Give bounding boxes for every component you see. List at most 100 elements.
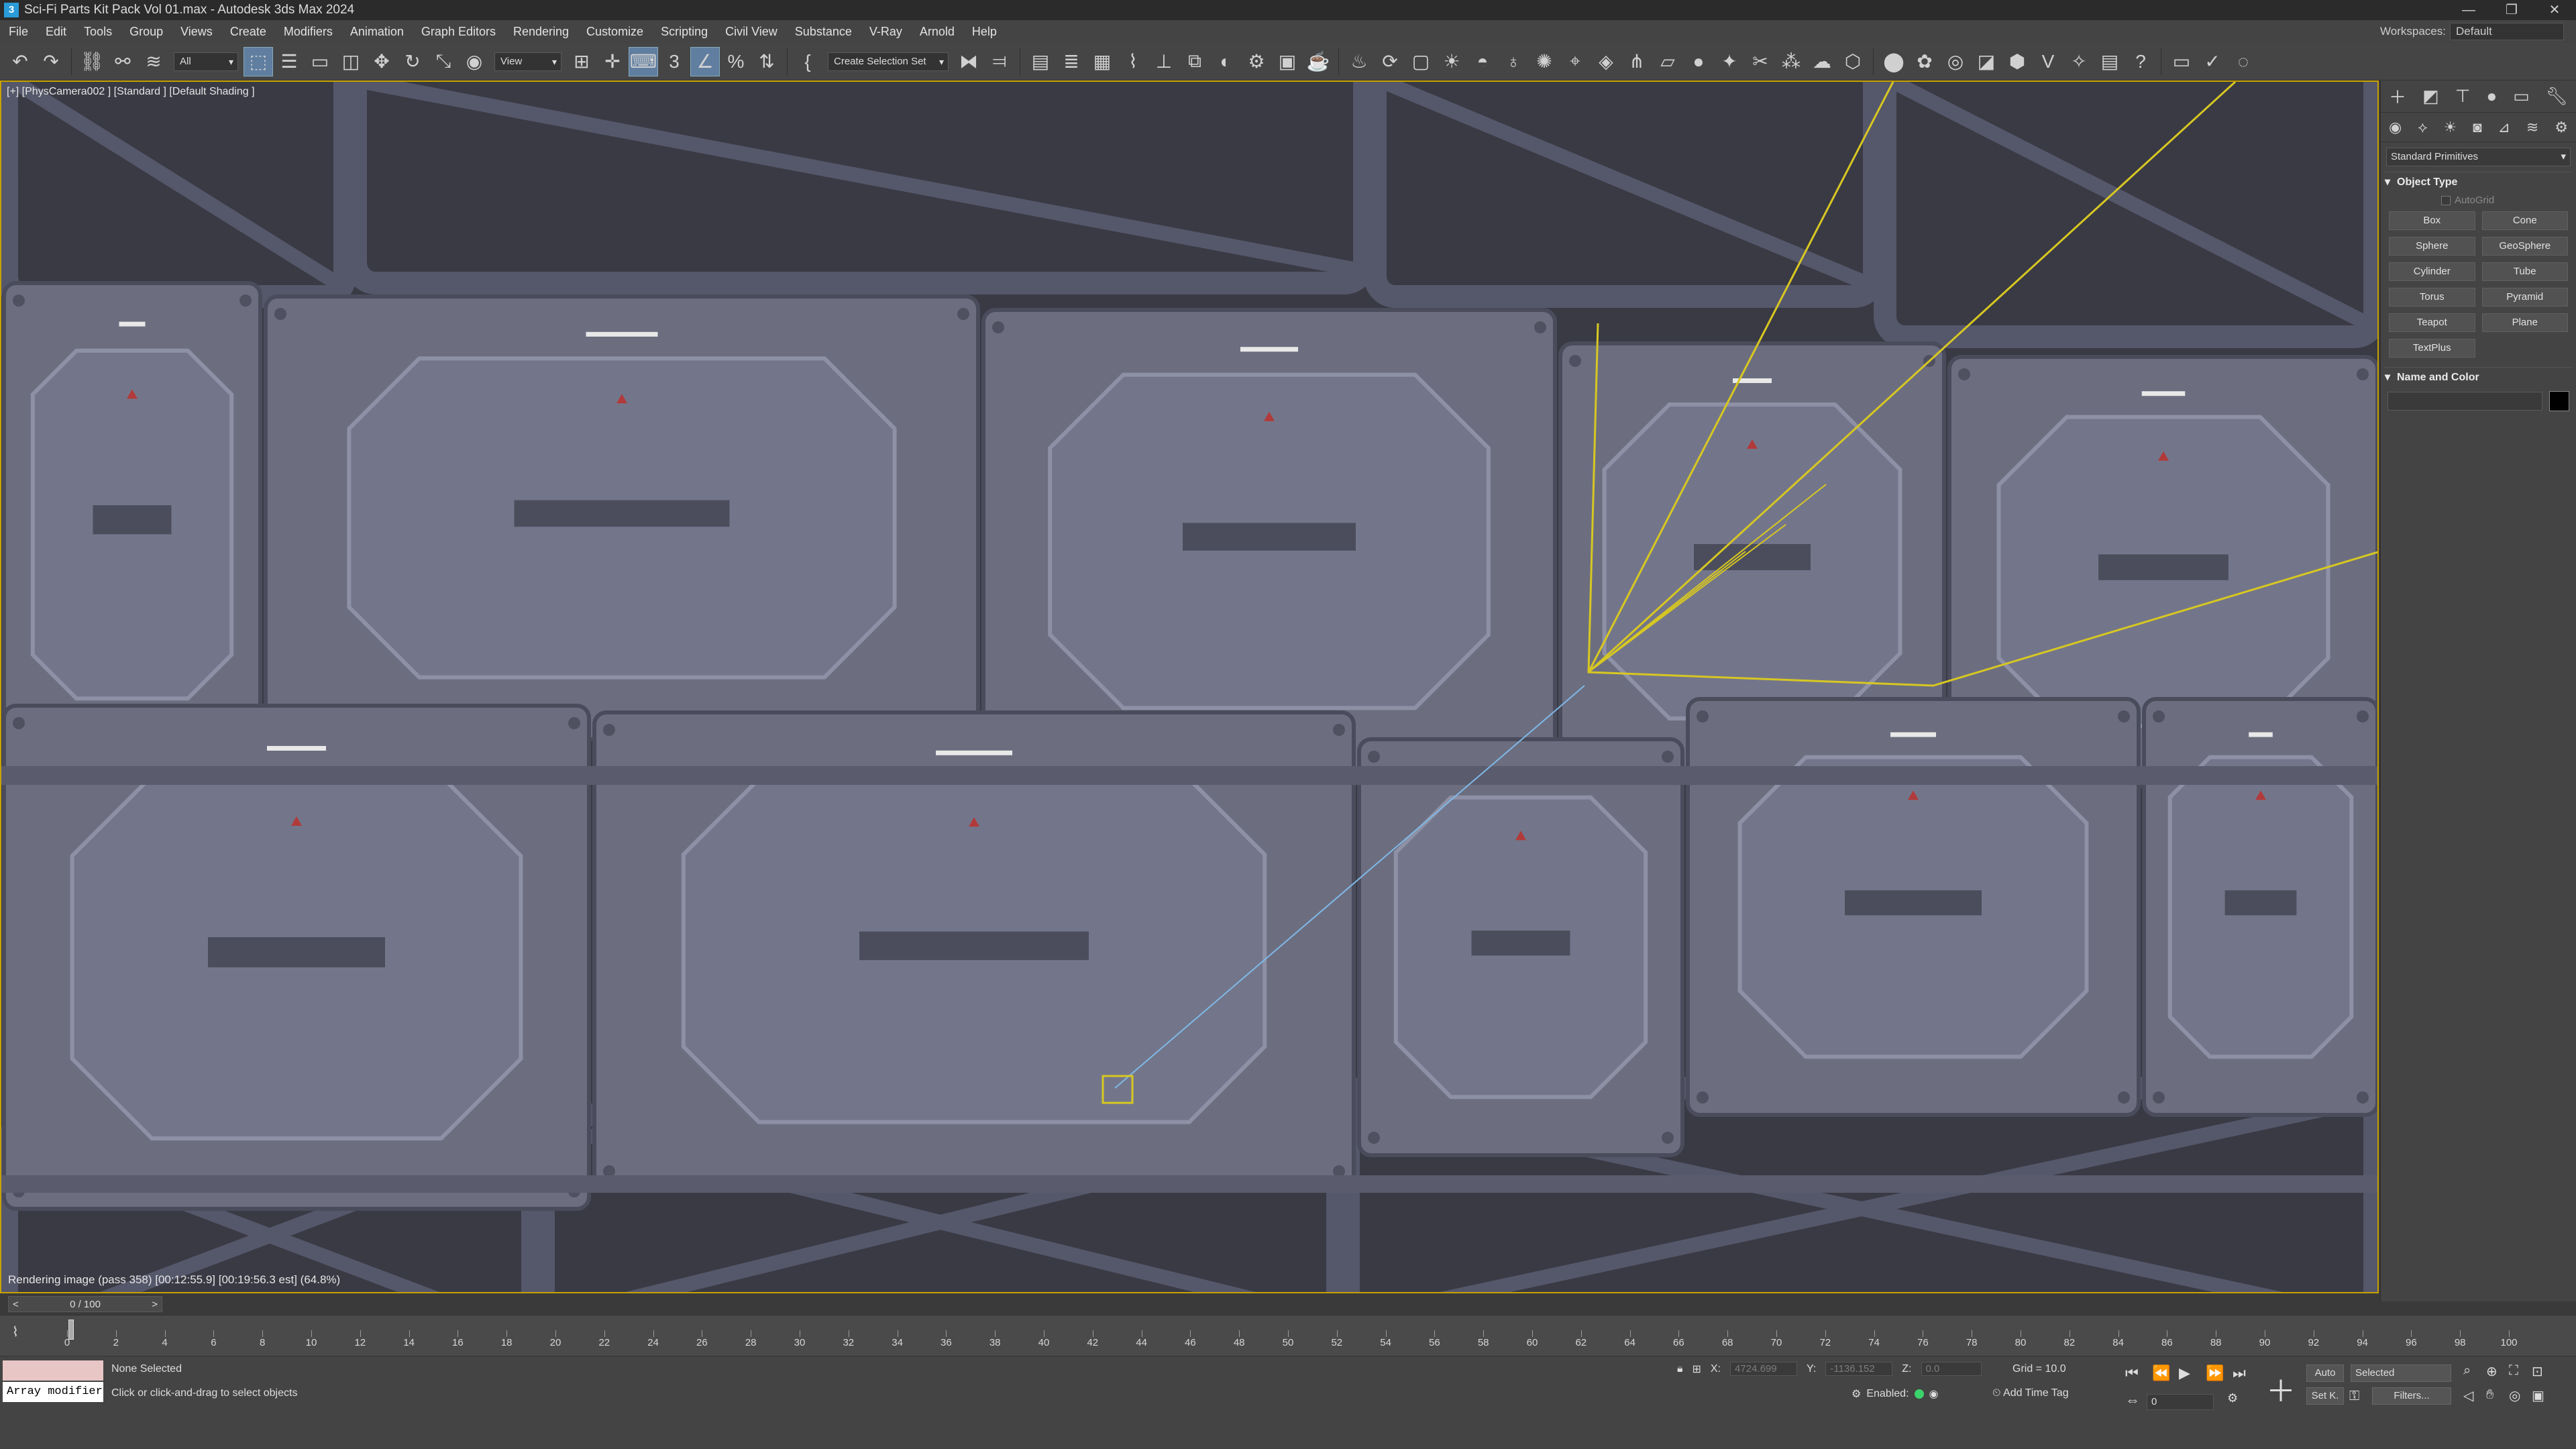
pivot-center-icon[interactable]: ⊞ — [567, 47, 596, 76]
display-tab-icon[interactable]: ▭ — [2513, 86, 2530, 107]
x-field[interactable]: 4724.699 — [1730, 1362, 1798, 1376]
edit-named-selection-icon[interactable]: { — [793, 47, 822, 76]
go-to-start-icon[interactable]: ⏮ — [2125, 1364, 2139, 1382]
rectangle-selection-icon[interactable]: ▭ — [305, 47, 335, 76]
z-field[interactable]: 0.0 — [1921, 1362, 1982, 1376]
playhead[interactable] — [68, 1320, 74, 1340]
go-to-end-icon[interactable]: ⏭ — [2233, 1364, 2246, 1382]
minimize-button[interactable]: — — [2447, 0, 2490, 20]
tube-button[interactable]: Tube — [2481, 262, 2568, 281]
current-frame-field[interactable]: 0 — [2147, 1394, 2214, 1410]
menu-views[interactable]: Views — [172, 20, 221, 43]
modify-tab-icon[interactable]: ◩ — [2422, 86, 2439, 107]
arnold-lights-icon[interactable]: ✿ — [1910, 47, 1939, 76]
menu-scripting[interactable]: Scripting — [652, 20, 716, 43]
menu-modifiers[interactable]: Modifiers — [275, 20, 341, 43]
script-listener-icon[interactable]: ▤ — [2095, 47, 2125, 76]
curve-editor-icon[interactable]: ⌇ — [1118, 47, 1148, 76]
vray-fur-icon[interactable]: ⋔ — [1622, 47, 1652, 76]
select-object-icon[interactable]: ⬚ — [244, 46, 273, 76]
schematic-view-icon[interactable]: ⧉ — [1180, 47, 1210, 76]
play-icon[interactable]: ▶ — [2179, 1364, 2190, 1382]
lights-icon[interactable]: ☀ — [2444, 119, 2457, 136]
viewport-label[interactable]: [+] [PhysCamera002 ] [Standard ] [Defaul… — [7, 86, 255, 98]
vray-teapot-icon[interactable]: ♨ — [1344, 47, 1374, 76]
vray-light-icon[interactable]: ☀ — [1437, 47, 1466, 76]
previous-frame-icon[interactable]: ⏪ — [2152, 1364, 2170, 1382]
undo-icon[interactable]: ↶ — [5, 47, 35, 76]
select-manipulate-icon[interactable]: ✛ — [598, 47, 627, 76]
menu-civil-view[interactable]: Civil View — [716, 20, 786, 43]
zoom-all-icon[interactable]: ⊕ — [2486, 1363, 2498, 1380]
torus-button[interactable]: Torus — [2389, 288, 2475, 307]
reference-coordinate-dropdown[interactable]: View — [494, 52, 561, 71]
named-selection-dropdown[interactable]: Create Selection Set — [828, 52, 949, 71]
object-name-field[interactable] — [2387, 392, 2542, 411]
menu-customize[interactable]: Customize — [578, 20, 652, 43]
vray-clipper-icon[interactable]: ✂ — [1746, 47, 1775, 76]
cone-button[interactable]: Cone — [2481, 211, 2568, 230]
set-key-plus-icon[interactable]: ＋ — [2266, 1367, 2296, 1410]
vray-camera-icon[interactable]: ⌖ — [1560, 47, 1590, 76]
zoom-extents-icon[interactable]: ⛶ — [2509, 1363, 2518, 1379]
geometry-icon[interactable]: ◉ — [2389, 119, 2402, 136]
window-crossing-icon[interactable]: ◫ — [336, 47, 366, 76]
set-key-button[interactable]: Set K. — [2306, 1387, 2344, 1405]
vray-enmesh-icon[interactable]: ⬡ — [1838, 47, 1868, 76]
shapes-icon[interactable]: ⟡ — [2418, 119, 2428, 136]
layer-explorer-icon[interactable]: ≣ — [1057, 47, 1086, 76]
y-field[interactable]: -1136.152 — [1825, 1362, 1893, 1376]
cameras-icon[interactable]: ◙ — [2473, 119, 2481, 136]
key-filters-button[interactable]: Filters... — [2372, 1387, 2451, 1405]
vray-dome-light-icon[interactable]: ◓ — [1468, 47, 1497, 76]
menu-graph-editors[interactable]: Graph Editors — [413, 20, 504, 43]
zoom-icon[interactable]: ⌕ — [2463, 1363, 2471, 1379]
save-scene-icon[interactable]: ▭ — [2167, 47, 2196, 76]
restore-button[interactable]: ❐ — [2490, 0, 2533, 20]
maxscript-listener-input[interactable]: Array modifier — [3, 1382, 103, 1402]
key-filter-icon[interactable]: ⚿ — [2349, 1389, 2359, 1404]
workspaces-dropdown[interactable]: Default — [2450, 23, 2564, 40]
bind-space-warp-icon[interactable]: ≋ — [139, 47, 168, 76]
add-time-tag[interactable]: ⏲ Add Time Tag — [1992, 1387, 2069, 1399]
space-warps-icon[interactable]: ≋ — [2526, 119, 2538, 136]
primitive-category-dropdown[interactable]: Standard Primitives — [2386, 148, 2571, 166]
mini-curve-editor-icon[interactable]: ⌇ — [12, 1324, 19, 1340]
autogrid-checkbox[interactable] — [2441, 195, 2451, 205]
vray-sphere-icon[interactable]: ● — [1684, 47, 1713, 76]
unlink-icon[interactable]: ⚯ — [108, 47, 138, 76]
vray-ies-light-icon[interactable]: ♁ — [1499, 47, 1528, 76]
menu-substance[interactable]: Substance — [786, 20, 861, 43]
next-frame-icon[interactable]: > — [152, 1299, 158, 1310]
motion-tab-icon[interactable]: ● — [2486, 86, 2497, 107]
helpers-icon[interactable]: ⊿ — [2498, 119, 2510, 136]
scene-explorer-icon[interactable]: ▤ — [1026, 47, 1055, 76]
redo-icon[interactable]: ↷ — [36, 47, 66, 76]
menu-edit[interactable]: Edit — [37, 20, 75, 43]
select-scale-icon[interactable]: ⤡ — [429, 47, 458, 76]
vray-frame-buffer-icon[interactable]: ▢ — [1406, 47, 1436, 76]
camera-viewport[interactable]: [+] [PhysCamera002 ] [Standard ] [Defaul… — [0, 80, 2379, 1293]
sphere-button[interactable]: Sphere — [2389, 237, 2475, 256]
orbit-icon[interactable]: ◎ — [2509, 1387, 2520, 1404]
selection-filter-dropdown[interactable]: All — [174, 52, 238, 71]
select-place-icon[interactable]: ◉ — [460, 47, 489, 76]
toggle-ribbon-icon[interactable]: ▦ — [1087, 47, 1117, 76]
hierarchy-tab-icon[interactable]: ⊤ — [2455, 86, 2471, 107]
link-icon[interactable]: ⛓ — [77, 47, 107, 76]
select-by-name-icon[interactable]: ☰ — [274, 47, 304, 76]
maxscript-listener-output[interactable] — [3, 1360, 103, 1381]
plane-button[interactable]: Plane — [2481, 313, 2568, 332]
vray-logo-icon[interactable]: V — [2033, 47, 2063, 76]
help-icon[interactable]: ? — [2126, 47, 2155, 76]
arnold-materials-icon[interactable]: ◪ — [1972, 47, 2001, 76]
vray-volume-icon[interactable]: ☁ — [1807, 47, 1837, 76]
autogrid-option[interactable]: AutoGrid — [2441, 195, 2576, 206]
mirror-icon[interactable]: ⧓ — [954, 47, 983, 76]
systems-icon[interactable]: ⚙ — [2555, 119, 2568, 136]
keyboard-shortcut-override-icon[interactable]: ⌨ — [629, 46, 658, 76]
time-configuration-icon[interactable]: ⚙ — [2227, 1391, 2238, 1405]
menu-vray[interactable]: V-Ray — [861, 20, 911, 43]
textplus-button[interactable]: TextPlus — [2389, 339, 2475, 358]
name-color-rollout[interactable]: ▾ Name and Color — [2385, 367, 2572, 387]
